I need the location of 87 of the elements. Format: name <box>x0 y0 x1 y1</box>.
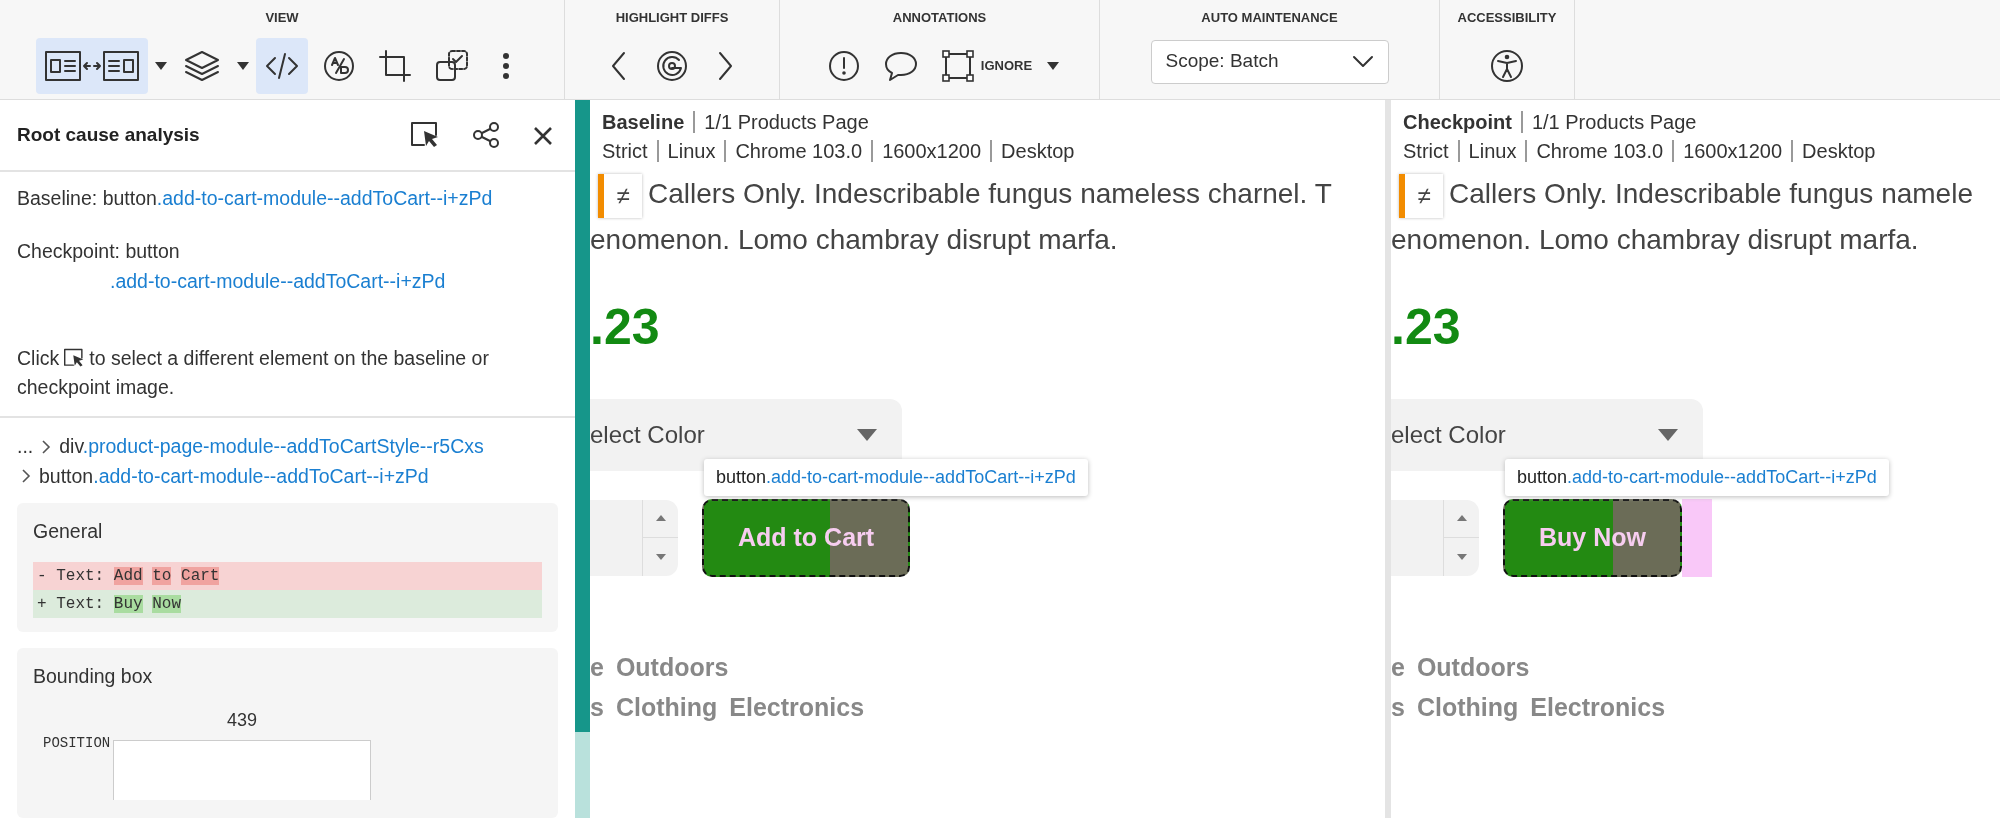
environment-info: Linux <box>667 140 716 162</box>
category-link[interactable]: s <box>590 692 604 721</box>
share-icon <box>472 121 500 149</box>
diff-marker[interactable]: ≠ <box>598 173 642 218</box>
selector-link[interactable]: .product-page-module--addToCartStyle--r5Cxs <box>82 435 484 458</box>
environment-info: Chrome 103.0 <box>1536 140 1664 162</box>
caret-icon <box>856 427 878 442</box>
close-icon <box>532 124 554 147</box>
color-dropdown[interactable]: elect Color <box>1391 398 1703 471</box>
category-link[interactable]: Outdoors <box>1416 652 1530 681</box>
panel-title: Root cause analysis <box>17 122 201 147</box>
cart-button[interactable]: Add to Cart <box>702 498 911 577</box>
environment-info: Strict <box>602 140 648 162</box>
alert-icon <box>826 48 861 83</box>
axis-label: POSITION <box>43 734 112 754</box>
category-link[interactable]: e <box>1391 652 1405 681</box>
category-link[interactable]: s <box>1391 692 1405 721</box>
ellipsis-text: ... <box>17 434 34 460</box>
down-arrow-icon <box>655 553 666 560</box>
code-button[interactable] <box>256 37 308 94</box>
up-arrow-icon <box>655 515 666 522</box>
environment-info: Strict <box>1403 140 1449 162</box>
baseline-label: Baseline: button <box>17 187 157 209</box>
screen-label: Baseline <box>602 111 685 133</box>
selector-link[interactable]: .add-to-cart-module--addToCart--i+zPd <box>93 464 429 487</box>
toolbar-group-title: ANNOTATIONS <box>892 9 987 27</box>
cart-button[interactable]: Buy Now <box>1503 498 1682 577</box>
split-view-button[interactable] <box>36 37 148 94</box>
position-value: 439 <box>226 710 257 731</box>
region-icon <box>940 48 975 83</box>
price-text: .23 <box>1391 298 1461 355</box>
toolbar-group-title: ACCESSIBILITY <box>1457 9 1557 27</box>
environment-info: 1600x1200 <box>882 140 982 162</box>
region-button[interactable]: IGNORE <box>932 37 1041 94</box>
caret-icon <box>154 60 168 71</box>
price-text: .23 <box>590 298 660 355</box>
crop-icon <box>378 48 412 83</box>
environment-info: Desktop <box>1001 140 1075 162</box>
environment-info: 1600x1200 <box>1683 140 1783 162</box>
screen-label: Checkpoint <box>1403 111 1512 133</box>
category-link[interactable]: Clothing <box>1416 692 1519 721</box>
target-icon <box>655 48 689 83</box>
card-title: General <box>33 518 104 544</box>
hint-text: to select a different element on the baseline or <box>89 345 489 371</box>
select-element-icon <box>63 348 86 369</box>
description-text: enomenon. Lomo chambray disrupt marfa. <box>590 222 1119 257</box>
page-name: 1/1 Products Page <box>704 111 869 133</box>
category-link[interactable]: Electronics <box>729 692 865 721</box>
select-element-icon <box>410 121 440 149</box>
caret-icon <box>1657 427 1679 442</box>
element-tag: div <box>59 435 83 458</box>
environment-info: Linux <box>1468 140 1517 162</box>
category-link[interactable]: Clothing <box>615 692 718 721</box>
card-title: Bounding box <box>33 664 154 689</box>
environment-info: Desktop <box>1802 140 1876 162</box>
down-arrow-icon <box>1456 553 1467 560</box>
caret-icon <box>236 60 250 71</box>
color-dropdown[interactable]: elect Color <box>590 398 902 471</box>
category-link[interactable]: e <box>590 652 604 681</box>
description-text: Callers Only. Indescribable fungus namele <box>1449 178 1973 209</box>
category-link[interactable]: Electronics <box>1530 692 1666 721</box>
diff-marker[interactable]: ≠ <box>1399 173 1443 218</box>
scrollbar[interactable] <box>575 100 590 818</box>
chevron-down-icon <box>1351 54 1374 69</box>
hint-text: checkpoint image. <box>17 376 175 398</box>
accessibility-icon <box>1489 47 1525 84</box>
overlay-icon <box>434 47 470 84</box>
page-name: 1/1 Products Page <box>1531 111 1697 133</box>
caret-icon <box>1046 60 1061 71</box>
environment-info: Chrome 103.0 <box>735 140 863 162</box>
hint-text: Click <box>17 345 60 371</box>
toolbar-group-title: AUTO MAINTENANCE <box>1201 9 1338 27</box>
category-link[interactable]: Outdoors <box>615 652 729 681</box>
compare-icon <box>322 48 356 83</box>
up-arrow-icon <box>1456 515 1467 522</box>
description-text: enomenon. Lomo chambray disrupt marfa. <box>1391 222 1920 257</box>
selector-link[interactable]: .add-to-cart-module--addToCart--i+zPd <box>156 187 493 209</box>
selector-link[interactable]: .add-to-cart-module--addToCart--i+zPd <box>110 269 446 292</box>
toolbar-group-title: HIGHLIGHT DIFFS <box>615 9 729 27</box>
chevron-right-icon <box>21 468 31 485</box>
scope-dropdown[interactable]: Scope: Batch <box>1150 39 1389 84</box>
element-tag: button <box>39 464 94 487</box>
description-text: Callers Only. Indescribable fungus nameless charnel. T <box>648 178 1332 209</box>
chevron-right-icon <box>41 438 52 455</box>
checkpoint-label: Checkpoint: button <box>17 239 181 265</box>
more-icon <box>502 50 510 81</box>
toolbar-group-title: VIEW <box>265 9 299 27</box>
